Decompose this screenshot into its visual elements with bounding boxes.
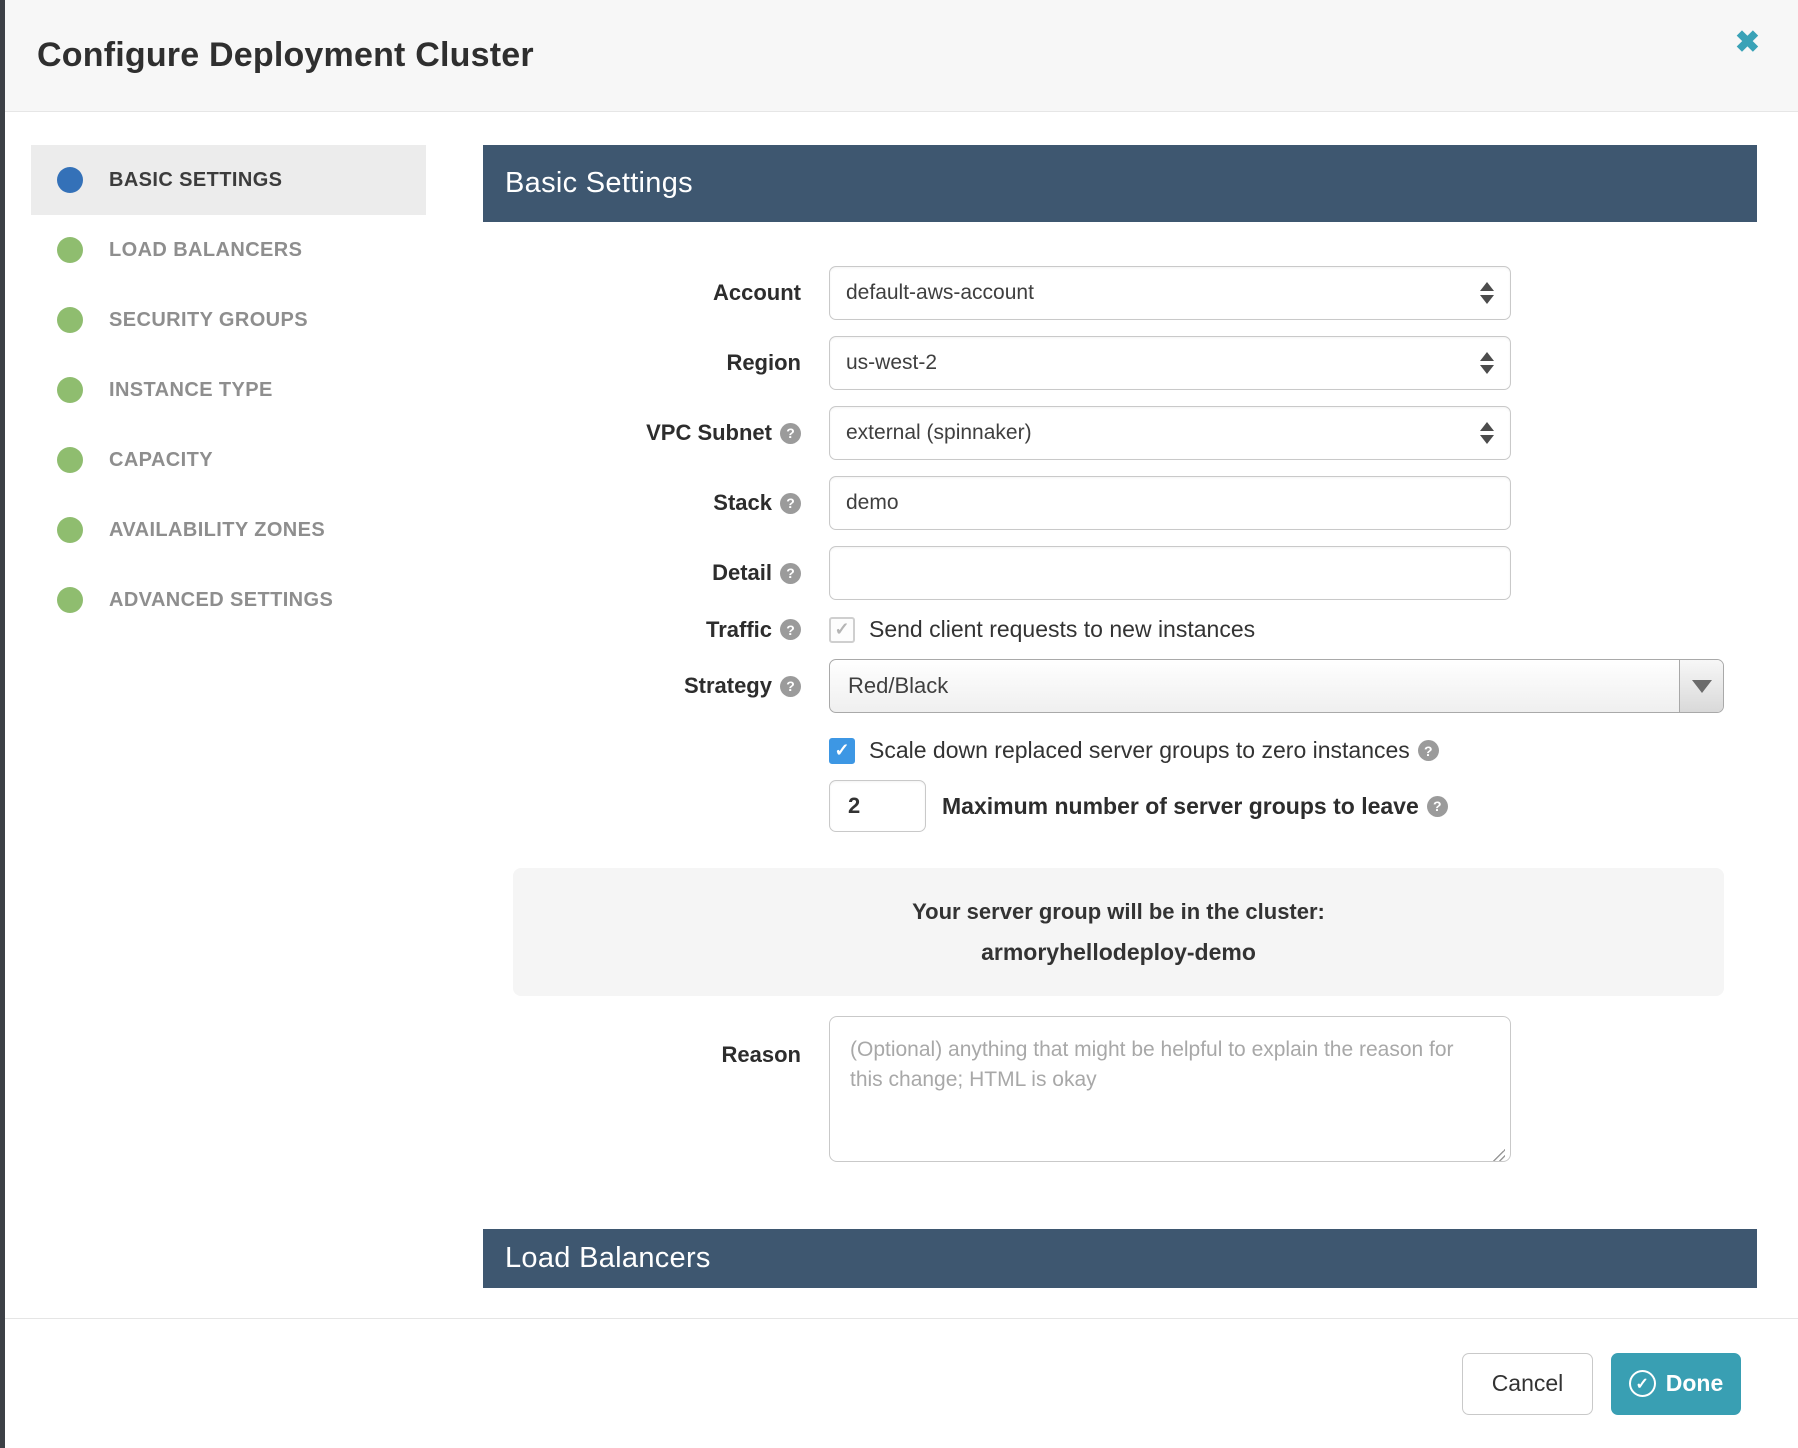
modal-header: Configure Deployment Cluster ✖	[5, 0, 1798, 112]
main-panel: Basic Settings Account default-aws-accou…	[483, 145, 1757, 1318]
detail-label: Detail	[712, 560, 772, 586]
max-server-groups-input[interactable]	[829, 780, 926, 832]
chevron-down-icon	[1692, 680, 1712, 693]
stack-label: Stack	[713, 490, 772, 516]
region-row: Region us-west-2	[483, 336, 1757, 390]
sidebar-item-label: AVAILABILITY ZONES	[109, 519, 325, 542]
reason-row: Reason	[483, 1016, 1757, 1167]
help-icon[interactable]: ?	[780, 423, 801, 444]
sidebar-item-load-balancers[interactable]: LOAD BALANCERS	[31, 215, 426, 285]
step-dot-icon	[57, 307, 83, 333]
help-icon[interactable]: ?	[1418, 740, 1439, 761]
sidebar-item-security-groups[interactable]: SECURITY GROUPS	[31, 285, 426, 355]
sidebar-item-instance-type[interactable]: INSTANCE TYPE	[31, 355, 426, 425]
strategy-caret-button[interactable]	[1679, 660, 1723, 712]
scale-down-row: ✓ Scale down replaced server groups to z…	[829, 737, 1757, 764]
step-dot-icon	[57, 517, 83, 543]
sidebar-item-label: INSTANCE TYPE	[109, 379, 273, 402]
step-dot-icon	[57, 377, 83, 403]
sidebar-item-label: ADVANCED SETTINGS	[109, 589, 333, 612]
modal-title: Configure Deployment Cluster	[37, 36, 534, 75]
sidebar-item-basic-settings[interactable]: BASIC SETTINGS	[31, 145, 426, 215]
scale-down-checkbox[interactable]: ✓	[829, 738, 855, 764]
help-icon[interactable]: ?	[780, 563, 801, 584]
max-server-groups-row: Maximum number of server groups to leave…	[829, 780, 1757, 832]
detail-input[interactable]	[829, 546, 1511, 600]
max-server-groups-label: Maximum number of server groups to leave	[942, 793, 1419, 820]
scale-down-checkbox-label: Scale down replaced server groups to zer…	[869, 737, 1410, 764]
region-select[interactable]: us-west-2	[829, 336, 1511, 390]
step-dot-icon	[57, 447, 83, 473]
page: Configure Deployment Cluster ✖ BASIC SET…	[0, 0, 1798, 1448]
section-nav-sidebar: BASIC SETTINGS LOAD BALANCERS SECURITY G…	[31, 145, 426, 1318]
strategy-select-value: Red/Black	[830, 673, 1679, 699]
select-spinner-arrows-icon	[1480, 422, 1494, 444]
sidebar-item-advanced-settings[interactable]: ADVANCED SETTINGS	[31, 565, 426, 635]
active-step-dot-icon	[57, 167, 83, 193]
help-icon[interactable]: ?	[780, 676, 801, 697]
traffic-checkbox[interactable]: ✓	[829, 617, 855, 643]
done-button-label: Done	[1666, 1370, 1724, 1397]
step-dot-icon	[57, 587, 83, 613]
vpc-subnet-select-value: external (spinnaker)	[846, 421, 1032, 445]
cancel-button[interactable]: Cancel	[1462, 1353, 1593, 1415]
configure-deployment-cluster-modal: Configure Deployment Cluster ✖ BASIC SET…	[5, 0, 1798, 1448]
reason-label: Reason	[722, 1042, 801, 1068]
account-row: Account default-aws-account	[483, 266, 1757, 320]
sidebar-item-label: SECURITY GROUPS	[109, 309, 308, 332]
vpc-subnet-label: VPC Subnet	[646, 420, 772, 446]
traffic-row: Traffic ? ✓ Send client requests to new …	[483, 616, 1757, 643]
detail-row: Detail ?	[483, 546, 1757, 600]
sidebar-item-label: LOAD BALANCERS	[109, 239, 302, 262]
cluster-info-text: Your server group will be in the cluster…	[912, 899, 1325, 925]
strategy-label: Strategy	[684, 673, 772, 699]
cluster-info-box: Your server group will be in the cluster…	[513, 868, 1724, 996]
check-circle-icon: ✓	[1629, 1370, 1656, 1397]
cluster-name: armoryhellodeploy-demo	[981, 939, 1256, 966]
select-spinner-arrows-icon	[1480, 352, 1494, 374]
load-balancers-section-header: Load Balancers	[483, 1229, 1757, 1288]
sidebar-item-label: BASIC SETTINGS	[109, 169, 282, 192]
vpc-subnet-row: VPC Subnet ? external (spinnaker)	[483, 406, 1757, 460]
basic-settings-form: Account default-aws-account Region	[483, 266, 1757, 1167]
account-select-value: default-aws-account	[846, 281, 1034, 305]
traffic-checkbox-label: Send client requests to new instances	[869, 616, 1255, 643]
select-spinner-arrows-icon	[1480, 282, 1494, 304]
help-icon[interactable]: ?	[780, 619, 801, 640]
account-select[interactable]: default-aws-account	[829, 266, 1511, 320]
resize-handle-icon[interactable]	[1493, 1149, 1505, 1161]
strategy-select[interactable]: Red/Black	[829, 659, 1724, 713]
vpc-subnet-select[interactable]: external (spinnaker)	[829, 406, 1511, 460]
sidebar-item-label: CAPACITY	[109, 449, 213, 472]
account-label: Account	[713, 280, 801, 306]
stack-row: Stack ?	[483, 476, 1757, 530]
region-label: Region	[726, 350, 801, 376]
step-dot-icon	[57, 237, 83, 263]
modal-body: BASIC SETTINGS LOAD BALANCERS SECURITY G…	[5, 112, 1798, 1318]
done-button[interactable]: ✓ Done	[1611, 1353, 1741, 1415]
region-select-value: us-west-2	[846, 351, 937, 375]
strategy-row: Strategy ? Red/Black	[483, 659, 1757, 713]
help-icon[interactable]: ?	[780, 493, 801, 514]
sidebar-item-capacity[interactable]: CAPACITY	[31, 425, 426, 495]
reason-textarea[interactable]	[829, 1016, 1511, 1162]
close-icon[interactable]: ✖	[1735, 28, 1760, 58]
stack-input[interactable]	[829, 476, 1511, 530]
basic-settings-section-header: Basic Settings	[483, 145, 1757, 222]
sidebar-item-availability-zones[interactable]: AVAILABILITY ZONES	[31, 495, 426, 565]
help-icon[interactable]: ?	[1427, 796, 1448, 817]
modal-footer: Cancel ✓ Done	[5, 1318, 1798, 1448]
traffic-label: Traffic	[706, 617, 772, 643]
